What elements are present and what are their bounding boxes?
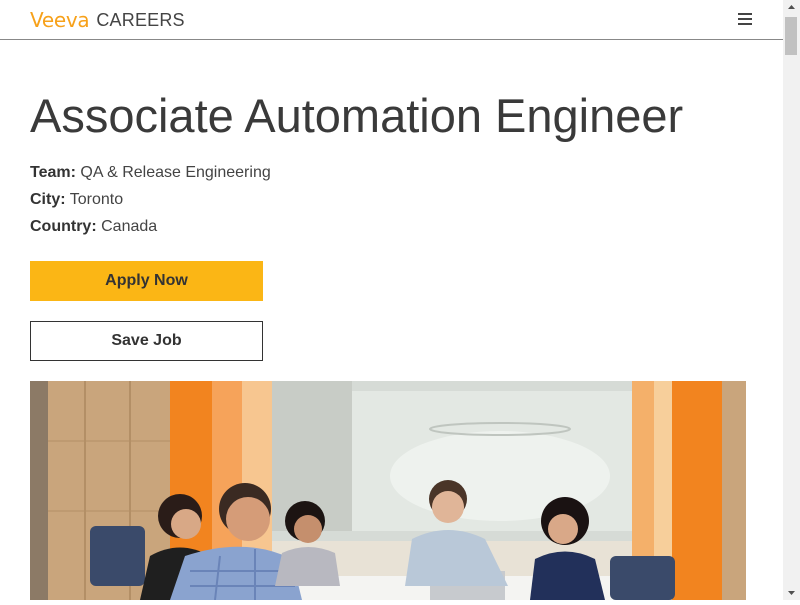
team-meeting-photo bbox=[30, 381, 746, 600]
country-value: Canada bbox=[101, 218, 158, 235]
team-label: Team: bbox=[30, 164, 76, 181]
apply-now-button[interactable]: Apply Now bbox=[30, 261, 263, 301]
city-value: Toronto bbox=[69, 191, 124, 208]
site-header: Veeva CAREERS bbox=[0, 0, 783, 40]
country-line: Country: Canada bbox=[30, 218, 157, 236]
scrollbar-thumb[interactable] bbox=[785, 17, 797, 55]
careers-label: CAREERS bbox=[96, 9, 185, 30]
team-value: QA & Release Engineering bbox=[80, 164, 271, 181]
city-label: City: bbox=[30, 191, 66, 208]
scroll-up-arrow-icon[interactable] bbox=[783, 0, 800, 15]
hamburger-menu-icon[interactable] bbox=[738, 13, 752, 26]
city-line: City: Toronto bbox=[30, 191, 123, 209]
veeva-careers-logo[interactable]: Veeva CAREERS bbox=[30, 8, 185, 32]
team-line: Team: QA & Release Engineering bbox=[30, 164, 271, 182]
job-title: Associate Automation Engineer bbox=[30, 89, 684, 142]
scroll-down-arrow-icon[interactable] bbox=[783, 585, 800, 600]
country-label: Country: bbox=[30, 218, 97, 235]
veeva-logo: Veeva bbox=[30, 8, 90, 32]
vertical-scrollbar[interactable] bbox=[783, 0, 800, 600]
save-job-button[interactable]: Save Job bbox=[30, 321, 263, 361]
